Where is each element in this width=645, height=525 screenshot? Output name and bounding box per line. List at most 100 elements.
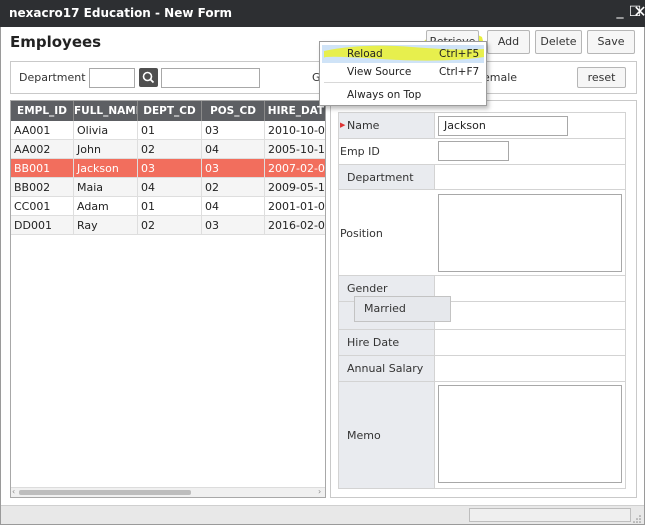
table-cell: AA001 (11, 121, 74, 140)
department-label-cell: Department (339, 165, 435, 189)
empid-row: Emp ID (338, 139, 626, 165)
reset-button[interactable]: reset (577, 67, 626, 88)
grid-header-cell[interactable]: EMPL_ID (11, 101, 74, 121)
table-cell: 01 (138, 197, 202, 216)
window-titlebar: nexacro17 Education - New Form _ ☐ ✕ (0, 0, 645, 27)
salary-row: Annual Salary (338, 356, 626, 382)
scroll-left-icon[interactable]: ‹ (12, 487, 15, 496)
table-cell: 01 (138, 121, 202, 140)
table-cell: John (74, 140, 138, 159)
table-cell: DD001 (11, 216, 74, 235)
grid-header-cell[interactable]: POS_CD (202, 101, 265, 121)
delete-button[interactable]: Delete (535, 30, 582, 54)
scrollbar-thumb[interactable] (19, 490, 191, 495)
menu-item-always-on-top[interactable]: Always on Top (322, 86, 484, 105)
table-cell: 2010-10-03 (265, 121, 325, 140)
table-cell: 03 (202, 216, 265, 235)
minimize-icon[interactable]: _ (612, 3, 628, 19)
table-cell: 02 (138, 140, 202, 159)
table-cell: Jackson (74, 159, 138, 178)
table-cell: Olivia (74, 121, 138, 140)
menu-item-view-source[interactable]: View Source Ctrl+F7 (322, 63, 484, 82)
menu-item-label: View Source (347, 66, 412, 78)
window-title: nexacro17 Education - New Form (9, 6, 233, 20)
position-label: Position (340, 227, 383, 240)
salary-label-cell: Annual Salary (339, 356, 435, 381)
table-cell: 04 (138, 178, 202, 197)
table-cell: 2001-01-09 (265, 197, 325, 216)
name-input[interactable]: Jackson (438, 116, 568, 136)
gender-field-label: Gender (347, 282, 388, 295)
menu-item-shortcut: Ctrl+F7 (439, 66, 480, 78)
grid-header: EMPL_ID FULL_NAME DEPT_CD POS_CD HIRE_DA… (11, 101, 325, 121)
table-row[interactable]: AA002 John 02 04 2005-10-11 (11, 140, 325, 159)
table-row[interactable]: AA001 Olivia 01 03 2010-10-03 (11, 121, 325, 140)
menu-item-label: Always on Top (347, 89, 422, 101)
table-cell: 03 (138, 159, 202, 178)
table-row[interactable]: CC001 Adam 01 04 2001-01-09 (11, 197, 325, 216)
table-cell: 04 (202, 140, 265, 159)
hiredate-label: Hire Date (347, 336, 400, 349)
grid-header-cell[interactable]: FULL_NAME (74, 101, 138, 121)
table-cell: 02 (202, 178, 265, 197)
table-cell: 02 (138, 216, 202, 235)
salary-label: Annual Salary (347, 362, 424, 375)
table-cell: 2009-05-12 (265, 178, 325, 197)
table-cell: BB002 (11, 178, 74, 197)
menu-item-shortcut: Ctrl+F5 (439, 48, 480, 60)
status-bar (1, 505, 644, 524)
table-cell: 2016-02-02 (265, 216, 325, 235)
table-cell: Adam (74, 197, 138, 216)
scroll-right-icon[interactable]: › (318, 487, 321, 496)
table-row[interactable]: BB002 Maia 04 02 2009-05-12 (11, 178, 325, 197)
table-cell: 2005-10-11 (265, 140, 325, 159)
add-button[interactable]: Add (487, 30, 530, 54)
menu-item-label: Reload (347, 48, 383, 60)
memo-row: Memo (338, 382, 626, 489)
table-cell: Maia (74, 178, 138, 197)
department-row: Department (338, 165, 626, 190)
female-radio-label[interactable]: emale (483, 71, 517, 84)
memo-textarea[interactable] (438, 385, 622, 483)
table-cell: 03 (202, 121, 265, 140)
required-marker-icon: ▶ (340, 121, 346, 129)
status-field (469, 508, 631, 522)
hiredate-row: Hire Date (338, 330, 626, 356)
resize-grip-icon[interactable] (633, 514, 642, 523)
close-icon[interactable]: ✕ (632, 2, 645, 21)
empid-input[interactable] (438, 141, 509, 161)
position-textarea[interactable] (438, 194, 622, 272)
table-cell: Ray (74, 216, 138, 235)
hiredate-label-cell: Hire Date (339, 330, 435, 355)
memo-label: Memo (347, 429, 381, 442)
department-name-input[interactable] (161, 68, 260, 88)
department-code-input[interactable] (89, 68, 135, 88)
menu-item-reload[interactable]: Reload Ctrl+F5 (322, 45, 484, 64)
married-label: Married (354, 296, 451, 322)
position-row: Position (338, 190, 626, 276)
table-cell: 2007-02-06 (265, 159, 325, 178)
context-menu: Reload Ctrl+F5 View Source Ctrl+F7 Alway… (319, 41, 487, 106)
employee-grid[interactable]: EMPL_ID FULL_NAME DEPT_CD POS_CD HIRE_DA… (10, 100, 326, 498)
grid-header-cell[interactable]: DEPT_CD (138, 101, 202, 121)
department-field-label: Department (347, 171, 414, 184)
save-button[interactable]: Save (587, 30, 635, 54)
menu-divider (324, 82, 482, 83)
grid-header-cell[interactable]: HIRE_DAT (265, 101, 325, 121)
table-cell: BB001 (11, 159, 74, 178)
department-label: Department (19, 71, 86, 84)
table-row-selected[interactable]: BB001 Jackson 03 03 2007-02-06 (11, 159, 325, 178)
table-cell: 04 (202, 197, 265, 216)
grid-horizontal-scrollbar[interactable]: ‹ › (11, 487, 325, 497)
name-label-cell: ▶ Name (339, 113, 435, 138)
table-cell: CC001 (11, 197, 74, 216)
search-button[interactable] (139, 68, 158, 87)
table-cell: 03 (202, 159, 265, 178)
page-title: Employees (10, 33, 102, 51)
table-row[interactable]: DD001 Ray 02 03 2016-02-02 (11, 216, 325, 235)
empid-label: Emp ID (340, 145, 380, 158)
search-icon (142, 71, 155, 84)
memo-label-cell: Memo (339, 382, 435, 488)
table-cell: AA002 (11, 140, 74, 159)
name-row: ▶ Name Jackson (338, 112, 626, 139)
